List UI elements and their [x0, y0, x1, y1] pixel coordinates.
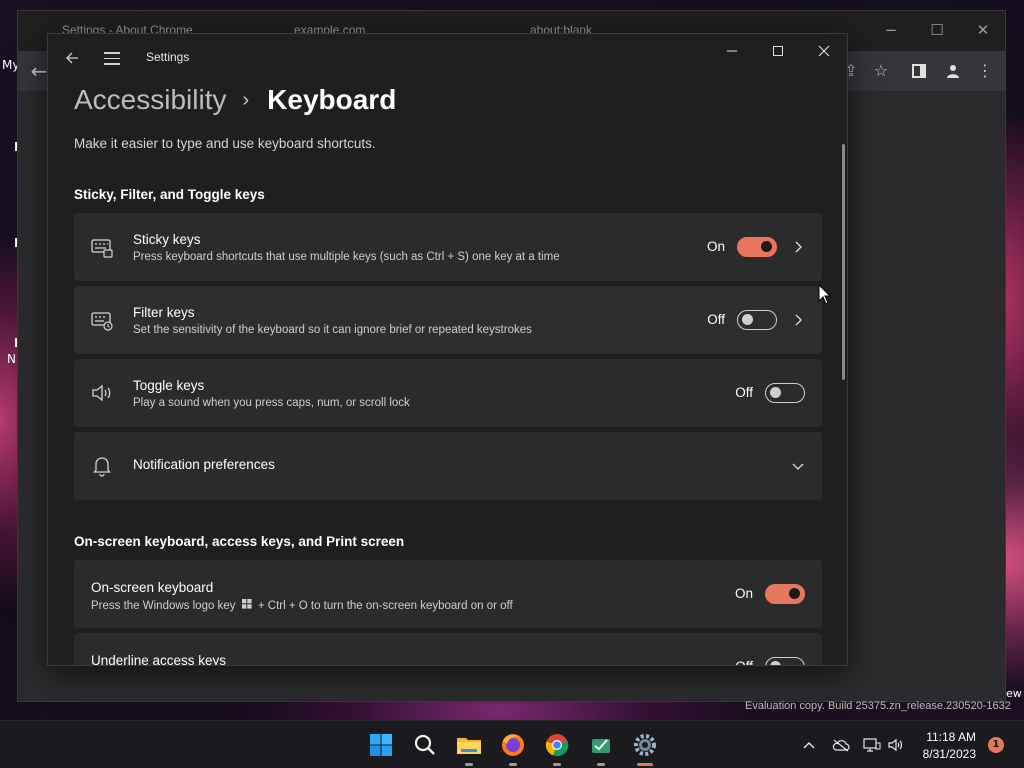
- chevron-right-icon[interactable]: [790, 239, 806, 255]
- search-icon[interactable]: [409, 729, 441, 761]
- section-title: On-screen keyboard, access keys, and Pri…: [74, 534, 405, 549]
- desktop-label: ew: [1006, 687, 1022, 700]
- profile-icon[interactable]: [938, 59, 968, 83]
- filter-keys-toggle[interactable]: [737, 310, 777, 330]
- sticky-keys-row[interactable]: Sticky keys Press keyboard shortcuts tha…: [74, 213, 822, 281]
- underline-access-keys-title: Underline access keys: [91, 653, 227, 666]
- browser-close-button[interactable]: ✕: [960, 17, 1006, 43]
- network-icon[interactable]: [862, 735, 882, 755]
- breadcrumb-separator: ›: [242, 88, 250, 111]
- scrollbar[interactable]: [842, 144, 845, 380]
- window-title: Settings: [146, 50, 190, 64]
- breadcrumb: Accessibility › Keyboard: [74, 80, 396, 120]
- browser-menu-icon[interactable]: ⋮: [970, 59, 1000, 83]
- underline-access-keys-toggle[interactable]: [765, 657, 805, 665]
- sticky-keys-state: On: [706, 239, 725, 254]
- breadcrumb-accessibility[interactable]: Accessibility: [74, 84, 226, 116]
- sticky-keys-toggle[interactable]: [737, 237, 777, 257]
- notification-preferences-title: Notification preferences: [133, 457, 275, 472]
- on-screen-keyboard-state: On: [734, 586, 753, 601]
- on-screen-keyboard-title: On-screen keyboard: [91, 580, 214, 595]
- chevron-right-icon[interactable]: [790, 312, 806, 328]
- toggle-keys-title: Toggle keys: [133, 378, 205, 393]
- underline-access-keys-state: Off: [713, 659, 753, 665]
- firefox-icon[interactable]: [497, 729, 529, 766]
- on-screen-keyboard-subtitle: Press the Windows logo key + Ctrl + O to…: [91, 599, 513, 612]
- filter-keys-icon: [90, 308, 114, 332]
- on-screen-keyboard-toggle[interactable]: [765, 584, 805, 604]
- start-icon[interactable]: [365, 729, 397, 761]
- notification-preferences-row[interactable]: Notification preferences: [74, 432, 822, 500]
- bookmark-star-icon[interactable]: ☆: [866, 59, 896, 83]
- sticky-keys-title: Sticky keys: [133, 232, 201, 247]
- page-description: Make it easier to type and use keyboard …: [74, 136, 376, 151]
- chrome-icon[interactable]: [541, 729, 573, 766]
- running-indicator: [465, 763, 473, 766]
- clock-date[interactable]: 8/31/2023: [916, 747, 976, 761]
- file-explorer-icon[interactable]: [453, 729, 485, 766]
- page-title: Keyboard: [267, 84, 397, 115]
- running-indicator: [637, 763, 653, 766]
- chevron-down-icon[interactable]: [790, 458, 806, 474]
- speaker-icon: [90, 381, 114, 405]
- mouse-cursor-icon: [818, 284, 832, 305]
- side-panel-icon[interactable]: [904, 59, 934, 83]
- running-indicator: [553, 763, 561, 766]
- running-indicator: [597, 763, 605, 766]
- toggle-keys-state: Off: [735, 385, 753, 400]
- desktop-label: N: [7, 352, 16, 366]
- settings-icon[interactable]: [629, 729, 661, 766]
- browser-maximize-button[interactable]: ☐: [914, 17, 960, 43]
- running-indicator: [509, 763, 517, 766]
- title-bar: Settings: [48, 34, 847, 82]
- sticky-keys-subtitle: Press keyboard shortcuts that use multip…: [133, 251, 560, 263]
- bell-icon: [90, 454, 114, 478]
- back-arrow-icon[interactable]: [60, 46, 84, 70]
- filter-keys-title: Filter keys: [133, 305, 195, 320]
- maximize-button[interactable]: [755, 36, 801, 66]
- toggle-keys-row[interactable]: Toggle keys Play a sound when you press …: [74, 359, 822, 427]
- filter-keys-row[interactable]: Filter keys Set the sensitivity of the k…: [74, 286, 822, 354]
- clock-time[interactable]: 11:18 AM: [916, 730, 976, 744]
- close-button[interactable]: [801, 36, 847, 66]
- evaluation-watermark: Evaluation copy. Build 25375.zn_release.…: [745, 700, 1011, 712]
- windows-logo-icon: [241, 599, 252, 609]
- subtitle-part: + Ctrl + O to turn the on-screen keyboar…: [257, 600, 513, 612]
- onedrive-icon[interactable]: [831, 735, 851, 755]
- toggle-keys-toggle[interactable]: [765, 383, 805, 403]
- minimize-button[interactable]: [709, 36, 755, 66]
- section-title: Sticky, Filter, and Toggle keys: [74, 187, 265, 202]
- browser-minimize-button[interactable]: −: [868, 17, 914, 43]
- chevron-up-icon[interactable]: [799, 735, 819, 755]
- settings-window: Settings Accessibility › Keyboard Make i…: [47, 33, 848, 666]
- subtitle-part: Press the Windows logo key: [91, 600, 236, 612]
- sticky-keys-icon: [90, 235, 114, 259]
- taskbar: 11:18 AM 8/31/2023 1: [0, 720, 1024, 768]
- filter-keys-subtitle: Set the sensitivity of the keyboard so i…: [133, 324, 532, 336]
- notification-badge[interactable]: 1: [988, 737, 1004, 753]
- filter-keys-state: Off: [707, 312, 725, 327]
- hamburger-menu-icon[interactable]: [100, 46, 124, 70]
- app-icon[interactable]: [585, 729, 617, 766]
- underline-access-keys-row[interactable]: Underline access keys Off: [74, 633, 822, 666]
- on-screen-keyboard-row[interactable]: On-screen keyboard Press the Windows log…: [74, 560, 822, 628]
- volume-icon[interactable]: [886, 735, 906, 755]
- toggle-keys-subtitle: Play a sound when you press caps, num, o…: [133, 397, 410, 409]
